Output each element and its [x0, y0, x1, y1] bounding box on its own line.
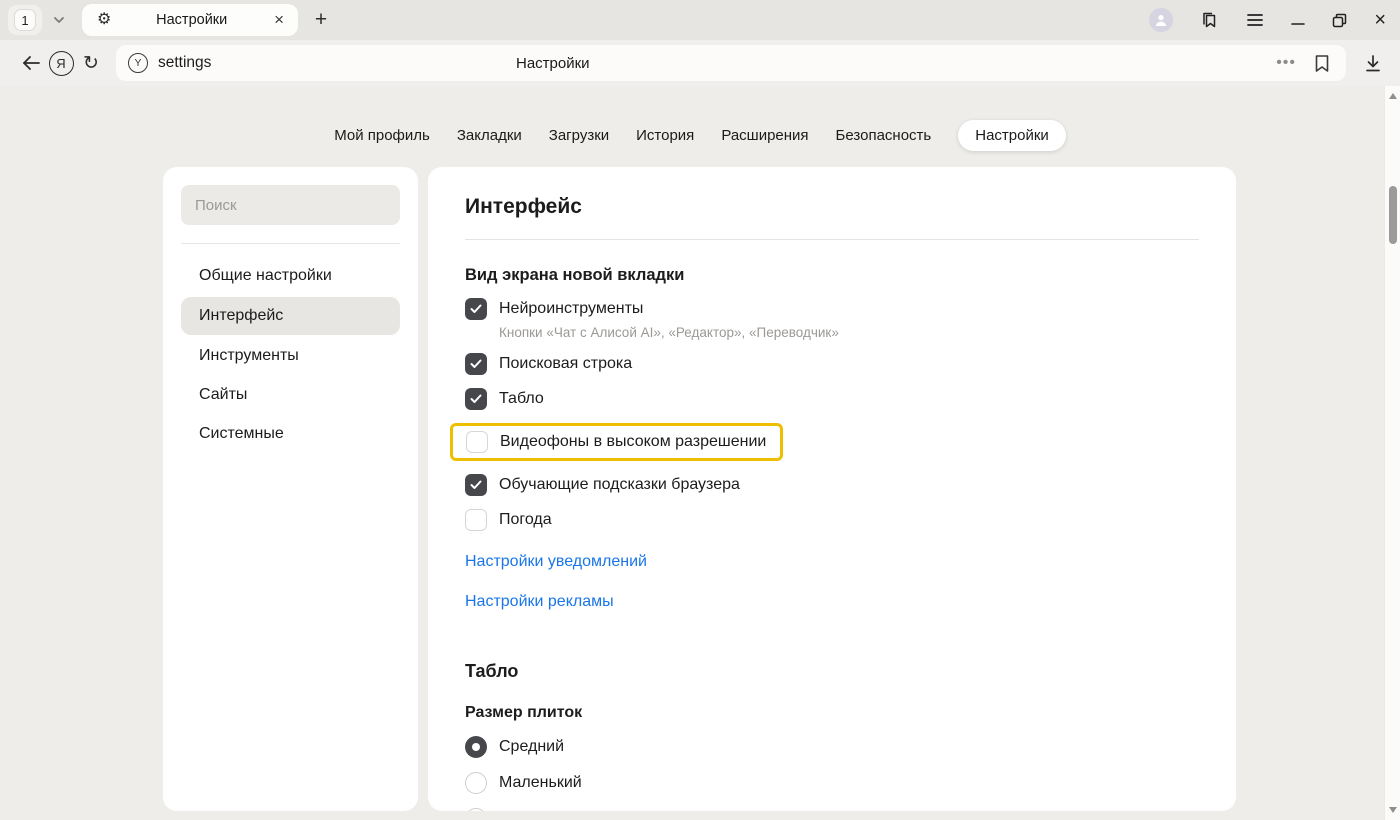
- sidebar-item-system[interactable]: Системные: [181, 416, 400, 452]
- address-bar-page-title: Настройки: [516, 45, 590, 81]
- content-area: Общие настройки Интерфейс Инструменты Са…: [163, 167, 1400, 811]
- page-scrollbar[interactable]: [1384, 86, 1400, 820]
- checkbox-row-search-bar: Поисковая строка: [465, 353, 1199, 375]
- main-divider: [465, 239, 1199, 240]
- nav-my-profile[interactable]: Мой профиль: [334, 120, 430, 151]
- toolbar: Я ↻ Y settings Настройки •••: [0, 40, 1400, 86]
- settings-main-panel: Интерфейс Вид экрана новой вкладки Нейро…: [428, 167, 1236, 811]
- tab-close-icon[interactable]: ×: [272, 10, 286, 30]
- sidebar-divider: [181, 243, 400, 244]
- nav-extensions[interactable]: Расширения: [721, 120, 808, 151]
- nav-history[interactable]: История: [636, 120, 694, 151]
- collections-icon[interactable]: [1200, 11, 1219, 30]
- gear-icon: ⚙: [97, 12, 111, 28]
- checkbox-search-bar[interactable]: [465, 353, 487, 375]
- checkbox-tablo[interactable]: [465, 388, 487, 410]
- settings-nav: Мой профиль Закладки Загрузки История Ра…: [0, 120, 1400, 151]
- checkbox-video-backgrounds[interactable]: [466, 431, 488, 453]
- scrollbar-thumb[interactable]: [1389, 186, 1397, 244]
- checkbox-weather[interactable]: [465, 509, 487, 531]
- scroll-down-icon[interactable]: [1389, 807, 1397, 813]
- checkbox-label: Нейроинструменты: [499, 300, 643, 318]
- address-bar[interactable]: Y settings Настройки •••: [116, 45, 1346, 81]
- menu-icon[interactable]: [1246, 13, 1264, 27]
- tab-list-chevron-icon[interactable]: [52, 13, 66, 27]
- checkbox-label: Поисковая строка: [499, 355, 632, 373]
- radio-label: Большой: [499, 810, 566, 811]
- sidebar-item-general[interactable]: Общие настройки: [181, 258, 400, 294]
- nav-bookmarks[interactable]: Закладки: [457, 120, 522, 151]
- checkbox-row-browser-tips: Обучающие подсказки браузера: [465, 474, 1199, 496]
- new-tab-button[interactable]: +: [308, 8, 334, 32]
- browser-window: 1 ⚙ Настройки × +: [0, 0, 1400, 820]
- notifications-settings-link[interactable]: Настройки уведомлений: [465, 553, 647, 571]
- bookmark-icon[interactable]: [1314, 54, 1330, 73]
- radio-large[interactable]: [465, 808, 487, 811]
- sidebar-item-sites[interactable]: Сайты: [181, 377, 400, 413]
- more-icon[interactable]: •••: [1276, 54, 1296, 72]
- section-tablo-title: Табло: [465, 661, 1199, 682]
- nav-security[interactable]: Безопасность: [836, 120, 932, 151]
- radio-row-small: Маленький: [465, 772, 1199, 794]
- checkbox-neurotools[interactable]: [465, 298, 487, 320]
- tab-strip: 1 ⚙ Настройки × +: [0, 0, 1400, 40]
- radio-small[interactable]: [465, 772, 487, 794]
- radio-medium[interactable]: [465, 736, 487, 758]
- settings-favicon-icon: Y: [128, 53, 148, 73]
- nav-settings[interactable]: Настройки: [958, 120, 1066, 151]
- radio-row-large: Большой: [465, 808, 1199, 811]
- url-text: settings: [158, 54, 211, 72]
- checkbox-row-tablo: Табло: [465, 388, 1199, 410]
- browser-tab-settings[interactable]: ⚙ Настройки ×: [82, 4, 298, 36]
- nav-downloads[interactable]: Загрузки: [549, 120, 609, 151]
- checkbox-label: Погода: [499, 511, 552, 529]
- sidebar-item-interface[interactable]: Интерфейс: [181, 297, 400, 335]
- checkbox-label: Видеофоны в высоком разрешении: [500, 433, 766, 451]
- minimize-button[interactable]: [1291, 13, 1305, 27]
- checkbox-row-weather: Погода: [465, 509, 1199, 531]
- checkbox-label: Обучающие подсказки браузера: [499, 476, 740, 494]
- downloads-button[interactable]: [1358, 54, 1388, 73]
- section-new-tab-title: Вид экрана новой вкладки: [465, 266, 1199, 285]
- yandex-logo[interactable]: Я: [46, 51, 76, 76]
- sidebar-item-tools[interactable]: Инструменты: [181, 338, 400, 374]
- radio-label: Средний: [499, 738, 564, 756]
- highlighted-checkbox-row-video-backgrounds: Видеофоны в высоком разрешении: [450, 423, 783, 461]
- avatar[interactable]: [1149, 8, 1173, 32]
- checkbox-subtitle: Кнопки «Чат с Алисой AI», «Редактор», «П…: [499, 325, 1199, 340]
- ads-settings-link[interactable]: Настройки рекламы: [465, 593, 614, 611]
- back-button[interactable]: [16, 55, 46, 71]
- search-input[interactable]: [181, 185, 400, 225]
- radio-label: Маленький: [499, 774, 582, 792]
- checkbox-label: Табло: [499, 390, 544, 408]
- tile-size-title: Размер плиток: [465, 704, 1199, 722]
- scroll-up-icon[interactable]: [1389, 93, 1397, 99]
- tab-count: 1: [14, 9, 36, 31]
- close-button[interactable]: ×: [1374, 10, 1386, 30]
- reload-button[interactable]: ↻: [76, 52, 106, 75]
- page-title: Интерфейс: [465, 195, 1199, 219]
- radio-row-medium: Средний: [465, 736, 1199, 758]
- settings-sidebar: Общие настройки Интерфейс Инструменты Са…: [163, 167, 418, 811]
- settings-page: Мой профиль Закладки Загрузки История Ра…: [0, 86, 1400, 820]
- checkbox-row-neurotools: Нейроинструменты: [465, 298, 1199, 320]
- checkbox-browser-tips[interactable]: [465, 474, 487, 496]
- tab-title: Настройки: [111, 12, 272, 28]
- restore-button[interactable]: [1332, 13, 1347, 28]
- tab-counter-button[interactable]: 1: [8, 5, 42, 35]
